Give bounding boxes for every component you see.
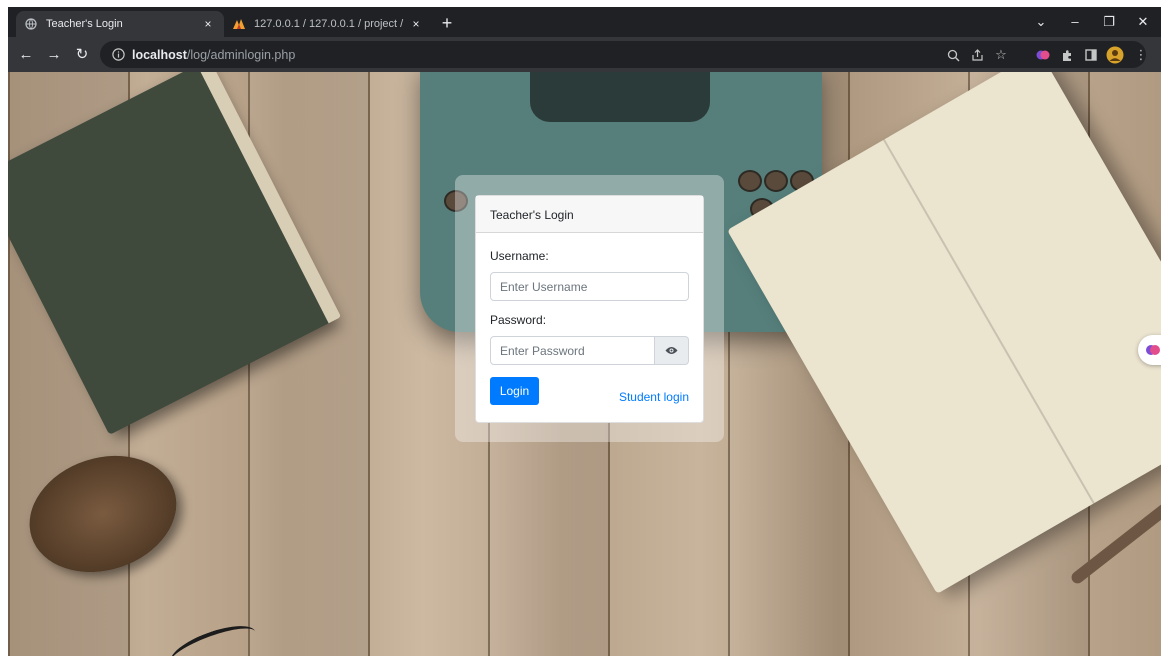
profile-avatar[interactable]: [1106, 46, 1124, 64]
phpmyadmin-icon: [232, 17, 246, 31]
login-container: Teacher's Login Username: Password: Logi…: [455, 175, 724, 442]
page-viewport: Teacher's Login Username: Password: Logi…: [8, 72, 1161, 656]
brain-extension-side-icon[interactable]: [1138, 335, 1161, 365]
username-label: Username:: [490, 249, 549, 263]
minimize-button[interactable]: –: [1058, 11, 1092, 33]
globe-icon: [24, 17, 38, 31]
login-button[interactable]: Login: [490, 377, 539, 405]
tab-title: Teacher's Login: [46, 18, 123, 30]
address-bar[interactable]: localhost/log/adminlogin.php: [100, 41, 1146, 68]
new-tab-button[interactable]: +: [436, 13, 458, 35]
browser-toolbar: ← → ↻ localhost/log/adminlogin.php ☆ ⋮: [8, 37, 1161, 72]
extensions-puzzle-icon[interactable]: [1058, 46, 1076, 64]
tab-close-icon[interactable]: ×: [200, 17, 216, 31]
close-window-button[interactable]: ✕: [1126, 11, 1160, 33]
browser-window: Teacher's Login × 127.0.0.1 / 127.0.0.1 …: [8, 7, 1161, 656]
background-glasses: [165, 617, 261, 656]
url-text: localhost/log/adminlogin.php: [132, 48, 295, 62]
tab-close-icon[interactable]: ×: [408, 17, 424, 31]
typewriter-key: [738, 170, 762, 192]
username-group: [490, 272, 689, 301]
typewriter-key: [764, 170, 788, 192]
password-label: Password:: [490, 313, 547, 327]
typewriter-slot: [530, 72, 710, 122]
bookmark-star-icon[interactable]: ☆: [992, 46, 1010, 64]
share-icon[interactable]: [968, 46, 986, 64]
forward-icon[interactable]: →: [42, 43, 66, 67]
info-icon[interactable]: [110, 47, 126, 63]
zoom-icon[interactable]: [944, 46, 962, 64]
reload-icon[interactable]: ↻: [70, 43, 94, 67]
username-input[interactable]: [490, 272, 689, 301]
side-panel-icon[interactable]: [1082, 46, 1100, 64]
tab-teachers-login[interactable]: Teacher's Login ×: [16, 11, 224, 37]
notebook-fold: [883, 139, 1095, 504]
tab-search-icon[interactable]: ⌄: [1024, 11, 1058, 33]
menu-kebab-icon[interactable]: ⋮: [1132, 46, 1150, 64]
tab-strip: Teacher's Login × 127.0.0.1 / 127.0.0.1 …: [8, 7, 1161, 37]
brain-extension-icon[interactable]: [1034, 46, 1052, 64]
tab-phpmyadmin[interactable]: 127.0.0.1 / 127.0.0.1 / project / ×: [224, 11, 432, 37]
url-path: /log/adminlogin.php: [186, 47, 296, 62]
student-login-link[interactable]: Student login: [619, 390, 689, 404]
eye-icon[interactable]: [655, 336, 689, 365]
back-icon[interactable]: ←: [14, 43, 38, 67]
maximize-button[interactable]: ❐: [1092, 11, 1126, 33]
password-input[interactable]: [490, 336, 655, 365]
wood-plank: [248, 72, 368, 656]
card-body: Username: Password: Login Student login: [476, 233, 703, 421]
login-card: Teacher's Login Username: Password: Logi…: [475, 195, 704, 423]
card-header: Teacher's Login: [476, 196, 703, 233]
password-group: [490, 336, 689, 365]
tab-title: 127.0.0.1 / 127.0.0.1 / project /: [254, 18, 404, 30]
url-host: localhost: [132, 47, 187, 62]
